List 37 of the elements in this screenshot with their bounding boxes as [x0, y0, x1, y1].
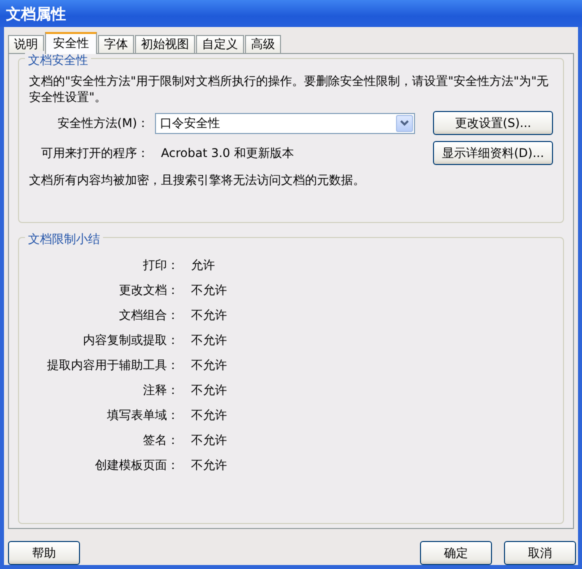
- tab[interactable]: 初始视图: [135, 35, 195, 53]
- restriction-label: 更改文档：: [118, 282, 179, 299]
- method-dropdown[interactable]: 口令安全性: [155, 112, 415, 134]
- restriction-label: 打印：: [142, 257, 179, 274]
- description-text: 文档的"安全性方法"用于限制对文档所执行的操作。要删除安全性限制，请设置"安全性方法"为"无安全性设置"。: [29, 73, 550, 105]
- tab[interactable]: 高级: [245, 35, 281, 53]
- help-button[interactable]: 帮助: [8, 541, 80, 565]
- show-details-button[interactable]: 显示详细资料(D)...: [433, 141, 553, 165]
- compatibility-label: 可用来打开的程序：: [40, 145, 149, 162]
- tab[interactable]: 自定义: [196, 35, 244, 53]
- restriction-value: 不允许: [191, 432, 227, 449]
- compatibility-value: Acrobat 3.0 和更新版本: [161, 145, 294, 162]
- method-label: 安全性方法(M)：: [56, 115, 149, 132]
- encryption-note: 文档所有内容均被加密，且搜索引擎将无法访问文档的元数据。: [29, 172, 366, 189]
- restriction-label: 提取内容用于辅助工具：: [46, 357, 179, 374]
- restriction-value: 不允许: [191, 332, 227, 349]
- restriction-value: 不允许: [191, 282, 227, 299]
- restriction-label: 内容复制或提取：: [82, 332, 179, 349]
- tab[interactable]: 说明: [8, 35, 44, 53]
- restriction-value: 不允许: [191, 307, 227, 324]
- change-settings-button[interactable]: 更改设置(S)...: [433, 111, 553, 135]
- restriction-value: 不允许: [191, 407, 227, 424]
- tab[interactable]: 字体: [98, 35, 134, 53]
- restriction-label: 签名：: [142, 432, 179, 449]
- restriction-value: 不允许: [191, 457, 227, 474]
- restriction-label: 创建模板页面：: [94, 457, 179, 474]
- restriction-value: 不允许: [191, 357, 227, 374]
- tab[interactable]: 安全性: [45, 32, 97, 54]
- cancel-button[interactable]: 取消: [504, 541, 576, 565]
- restriction-value: 不允许: [191, 382, 227, 399]
- restriction-label: 填写表单域：: [106, 407, 179, 424]
- restriction-label: 注释：: [142, 382, 179, 399]
- restriction-value: 允许: [191, 257, 215, 274]
- group-title: 文档限制小结: [25, 230, 103, 248]
- window-title: 文档属性: [0, 0, 582, 27]
- restriction-label: 文档组合：: [118, 307, 179, 324]
- ok-button[interactable]: 确定: [420, 541, 492, 565]
